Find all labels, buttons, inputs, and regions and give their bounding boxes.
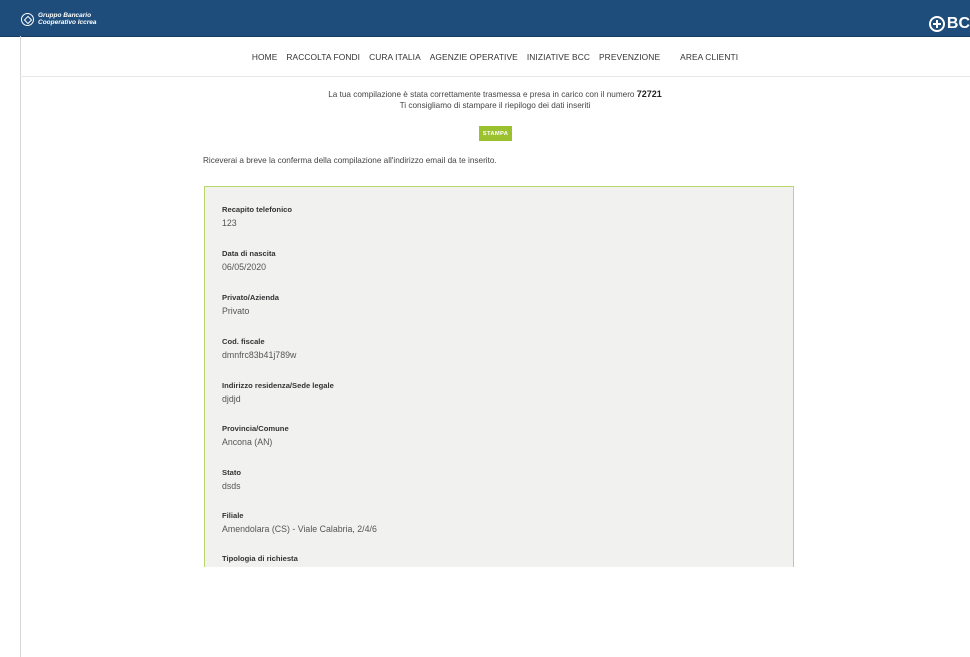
logo-line-1: Gruppo Bancario [38,12,92,19]
iccrea-logo-icon [21,12,34,26]
summary-panel: Recapito telefonico 123 Data di nascita … [204,186,794,567]
field-label: Data di nascita [222,249,276,258]
field-data-di-nascita: Data di nascita 06/05/2020 [222,249,276,273]
nav-divider [20,76,970,77]
nav-cura-italia[interactable]: CURA ITALIA [369,52,421,66]
field-value: djdjd [222,394,241,404]
nav-area-clienti[interactable]: AREA CLIENTI [680,52,738,66]
bcc-logo-text: BC [946,15,970,32]
field-provincia-comune: Provincia/Comune Ancona (AN) [222,424,289,448]
email-confirmation-note: Riceverai a breve la conferma della comp… [203,156,497,165]
bcc-logo[interactable]: BC [928,14,970,34]
field-value: Ancona (AN) [222,437,273,447]
top-bar: Gruppo Bancario Cooperativo Iccrea BC [0,0,970,37]
nav-iniziative-bcc[interactable]: INIZIATIVE BCC [527,52,590,66]
logo-line-2: Cooperativo Iccrea [38,19,97,26]
iccrea-logo-text: Gruppo Bancario Cooperativo Iccrea [38,12,97,26]
nav-prevenzione[interactable]: PREVENZIONE [599,52,660,66]
field-value: 123 [222,218,237,228]
field-stato: Stato dsds [222,468,241,492]
print-button[interactable]: STAMPA [479,126,512,141]
confirmation-line-1: La tua compilazione è stata correttament… [328,90,637,99]
field-value: Amendolara (CS) - Viale Calabria, 2/4/6 [222,524,377,534]
field-label: Provincia/Comune [222,424,289,433]
field-label: Tipologia di richiesta [222,554,298,563]
field-value: dsds [222,481,241,491]
field-cod-fiscale: Cod. fiscale dmnfrc83b41j789w [222,337,296,361]
field-label: Privato/Azienda [222,293,279,302]
field-value: Privato [222,306,250,316]
main-nav: HOME RACCOLTA FONDI CURA ITALIA AGENZIE … [0,52,970,66]
confirmation-number: 72721 [636,89,662,99]
field-filiale: Filiale Amendolara (CS) - Viale Calabria… [222,511,377,535]
left-divider [20,36,21,657]
field-value: 06/05/2020 [222,262,267,272]
field-label: Indirizzo residenza/Sede legale [222,381,334,390]
field-label: Cod. fiscale [222,337,265,346]
field-label: Stato [222,468,241,477]
field-recapito-telefonico: Recapito telefonico 123 [222,205,292,229]
nav-home[interactable]: HOME [252,52,278,66]
field-value: dmnfrc83b41j789w [222,350,297,360]
iccrea-logo[interactable]: Gruppo Bancario Cooperativo Iccrea [21,11,97,27]
field-tipologia-richiesta: Tipologia di richiesta [222,554,298,563]
field-label: Recapito telefonico [222,205,293,214]
field-privato-azienda: Privato/Azienda Privato [222,293,279,317]
nav-agenzie-operative[interactable]: AGENZIE OPERATIVE [430,52,518,66]
nav-raccolta-fondi[interactable]: RACCOLTA FONDI [286,52,360,66]
confirmation-line-2: Ti consigliamo di stampare il riepilogo … [399,101,591,110]
field-label: Filiale [222,511,244,520]
field-indirizzo-residenza: Indirizzo residenza/Sede legale djdjd [222,381,334,405]
confirmation-message: La tua compilazione è stata correttament… [0,89,970,111]
bcc-logo-icon [928,16,945,32]
